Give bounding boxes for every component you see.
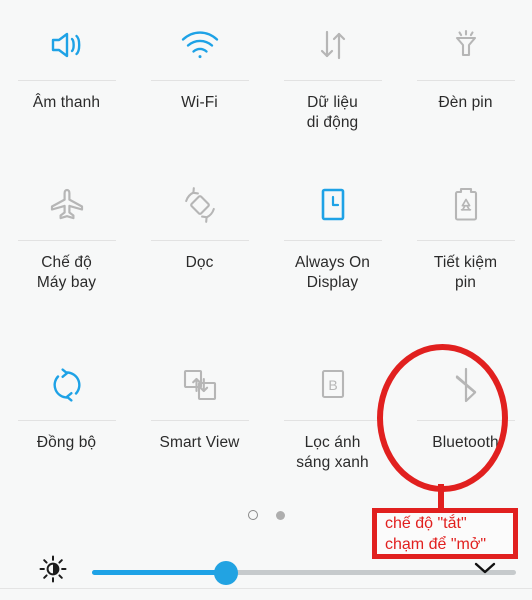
tile-label: Âm thanh <box>32 94 101 111</box>
smart-view-icon <box>169 354 231 416</box>
brightness-slider[interactable] <box>92 570 516 575</box>
quick-settings-panel: Âm thanh Wi-Fi Dữ liệu di động Đèn pin C… <box>0 0 532 600</box>
tile-label: Tiết kiệm pin <box>433 254 498 291</box>
tile-battery-saver[interactable]: Tiết kiệm pin <box>399 160 532 340</box>
brightness-slider-fill <box>92 570 230 575</box>
auto-rotate-icon <box>169 174 231 236</box>
tile-label: Wi-Fi <box>181 94 218 111</box>
mobile-data-icon <box>302 14 364 76</box>
page-dot-1[interactable] <box>247 510 258 520</box>
tile-sync[interactable]: Đồng bộ <box>0 340 133 500</box>
tile-divider <box>283 80 382 81</box>
tile-mobile-data[interactable]: Dữ liệu di động <box>266 0 399 160</box>
tile-label: Smart View <box>159 434 240 451</box>
sync-icon <box>36 354 98 416</box>
tile-label: Always On Display <box>295 254 370 291</box>
tile-divider <box>17 420 116 421</box>
tile-divider <box>416 80 515 81</box>
tile-divider <box>17 240 116 241</box>
battery-saver-icon <box>435 174 497 236</box>
chevron-down-icon[interactable] <box>470 558 500 583</box>
svg-text:B: B <box>328 377 337 393</box>
tile-divider <box>150 80 249 81</box>
tile-auto-rotate[interactable]: Dọc <box>133 160 266 340</box>
tile-divider <box>150 240 249 241</box>
blue-light-filter-icon: B <box>302 354 364 416</box>
tile-label: Chế độ Máy bay <box>36 254 97 291</box>
annotation-line-2: chạm để "mở" <box>385 535 486 553</box>
brightness-slider-thumb[interactable] <box>214 561 238 585</box>
page-dot-2[interactable] <box>275 510 285 520</box>
tile-wifi[interactable]: Wi-Fi <box>133 0 266 160</box>
sound-icon <box>36 14 98 76</box>
tile-always-on-display[interactable]: Always On Display <box>266 160 399 340</box>
airplane-mode-icon <box>36 174 98 236</box>
wifi-icon <box>169 14 231 76</box>
always-on-display-icon <box>302 174 364 236</box>
tile-airplane-mode[interactable]: Chế độ Máy bay <box>0 160 133 340</box>
brightness-icon[interactable] <box>38 554 68 589</box>
tile-label: Đồng bộ <box>36 434 97 451</box>
tile-smart-view[interactable]: Smart View <box>133 340 266 500</box>
tile-flashlight[interactable]: Đèn pin <box>399 0 532 160</box>
tile-label: Dọc <box>185 254 214 271</box>
flashlight-icon <box>435 14 497 76</box>
tile-label: Lọc ánh sáng xanh <box>296 434 369 471</box>
tile-divider <box>17 80 116 81</box>
panel-bottom-divider <box>0 588 532 589</box>
tile-divider <box>283 240 382 241</box>
annotation-line-1: chế độ "tắt" <box>385 514 467 532</box>
annotation-callout-box: chế độ "tắt" chạm để "mở" <box>372 508 518 559</box>
tile-label: Dữ liệu di động <box>306 94 359 131</box>
tile-label: Đèn pin <box>438 94 493 111</box>
annotation-connector <box>438 484 444 510</box>
tile-sound[interactable]: Âm thanh <box>0 0 133 160</box>
tile-divider <box>283 420 382 421</box>
tile-divider <box>416 240 515 241</box>
annotation-highlight-ellipse <box>377 344 508 492</box>
tile-divider <box>150 420 249 421</box>
